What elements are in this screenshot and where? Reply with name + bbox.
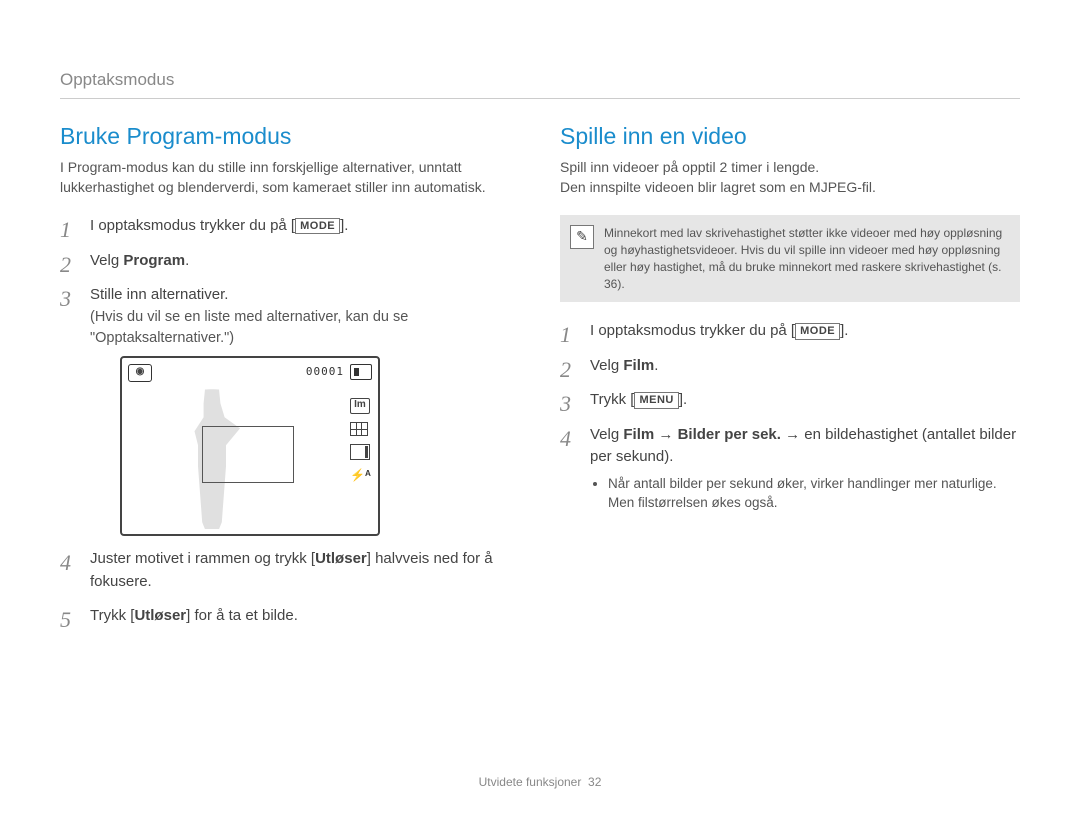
image-size-icon: Im (350, 398, 370, 414)
note-text: Minnekort med lav skrivehastighet støtte… (604, 225, 1006, 292)
page-footer: Utvidete funksjoner 32 (0, 775, 1080, 789)
left-steps: I opptaksmodus trykker du på [MODE]. Vel… (60, 215, 520, 628)
right-step-4-notes: Når antall bilder per sekund øker, virke… (590, 475, 1020, 513)
memory-card-icon (350, 444, 370, 460)
right-column: Spille inn en video Spill inn videoer på… (560, 123, 1020, 640)
left-column: Bruke Program-modus I Program-modus kan … (60, 123, 520, 640)
right-step-4: Velg Film → Bilder per sek. → en bildeha… (560, 424, 1020, 513)
focus-frame (202, 426, 294, 483)
left-step-2: Velg Program. (60, 250, 520, 273)
note-box: ✎ Minnekort med lav skrivehastighet støt… (560, 215, 1020, 302)
mode-button-icon: MODE (795, 323, 840, 339)
side-icon-stack: Im ⚡ᴬ (350, 398, 370, 482)
left-step-5: Trykk [Utløser] for å ta et bilde. (60, 605, 520, 628)
camera-screen-diagram: ◉ 00001 Im ⚡ᴬ (120, 356, 380, 536)
right-intro: Spill inn videoer på opptil 2 timer i le… (560, 158, 1020, 197)
grid-icon (350, 422, 368, 436)
left-intro: I Program-modus kan du stille inn forskj… (60, 158, 520, 197)
menu-button-icon: MENU (634, 392, 678, 408)
right-step-1: I opptaksmodus trykker du på [MODE]. (560, 320, 1020, 343)
flash-auto-icon: ⚡ᴬ (350, 468, 368, 482)
note-icon: ✎ (570, 225, 594, 249)
breadcrumb: Opptaksmodus (60, 70, 1020, 99)
left-step-1: I opptaksmodus trykker du på [MODE]. (60, 215, 520, 238)
right-title: Spille inn en video (560, 123, 1020, 150)
right-step-3: Trykk [MENU]. (560, 389, 1020, 412)
frame-counter: 00001 (306, 364, 344, 381)
left-step-4: Juster motivet i rammen og trykk [Utløse… (60, 548, 520, 593)
right-step-2: Velg Film. (560, 355, 1020, 378)
mode-button-icon: MODE (295, 218, 340, 234)
camera-mode-icon: ◉ (128, 364, 152, 382)
right-steps: I opptaksmodus trykker du på [MODE]. Vel… (560, 320, 1020, 512)
right-step-4-bullet: Når antall bilder per sekund øker, virke… (608, 475, 1020, 513)
battery-icon (350, 364, 372, 380)
left-title: Bruke Program-modus (60, 123, 520, 150)
left-step-3: Stille inn alternativer. (Hvis du vil se… (60, 284, 520, 536)
